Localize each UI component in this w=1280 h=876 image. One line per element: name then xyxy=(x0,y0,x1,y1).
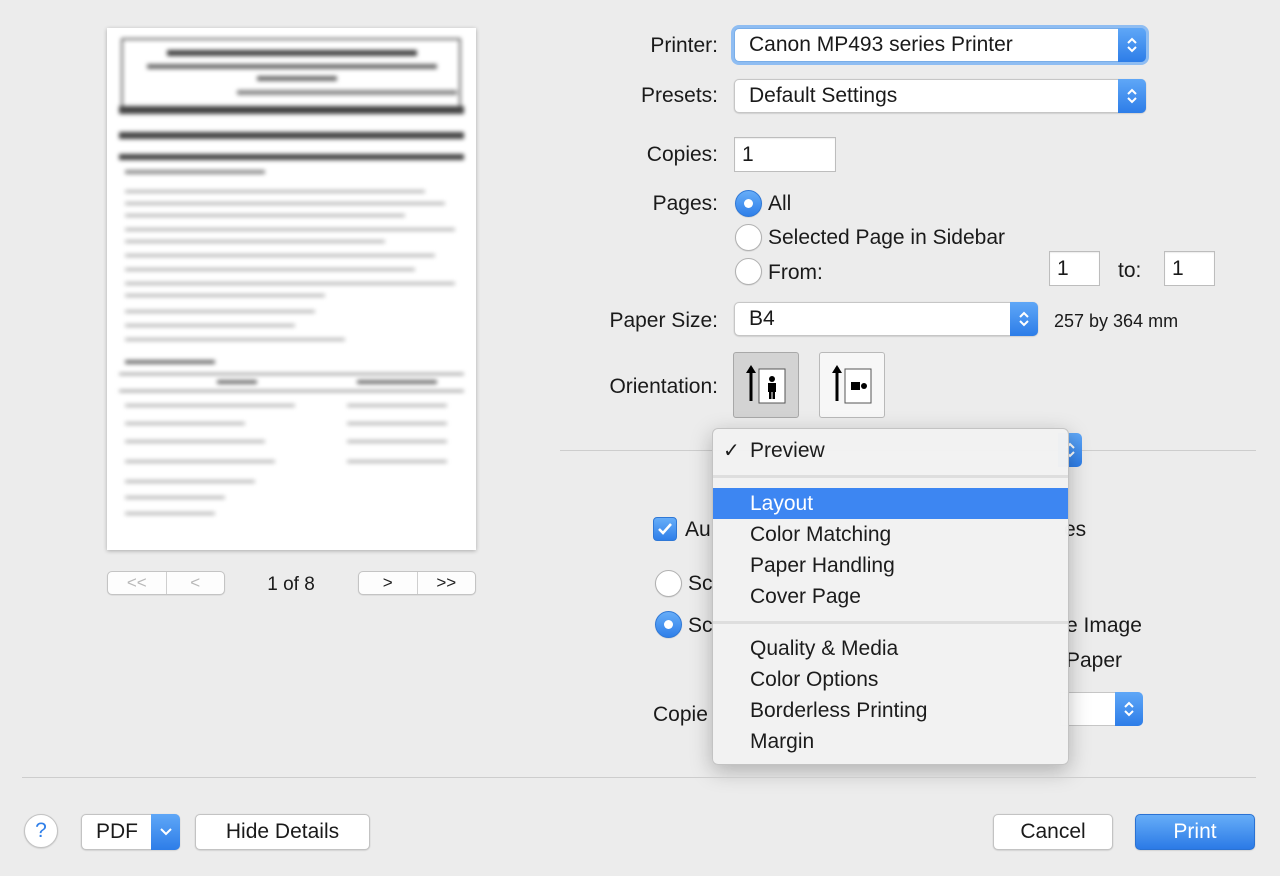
first-page-button[interactable]: << xyxy=(108,572,166,594)
section-dropdown-menu: ✓ Preview Layout Color Matching Paper Ha… xyxy=(712,428,1069,765)
orientation-label: Orientation: xyxy=(609,375,718,398)
pages-from-label: From: xyxy=(768,261,823,284)
menu-item-color-options[interactable]: Color Options xyxy=(713,664,1068,695)
menu-item-quality-media[interactable]: Quality & Media xyxy=(713,633,1068,664)
menu-item-label: Paper Handling xyxy=(750,553,895,577)
pages-from-radio[interactable] xyxy=(735,258,762,285)
menu-separator xyxy=(713,475,1068,478)
cancel-button[interactable]: Cancel xyxy=(993,814,1113,850)
pages-label: Pages: xyxy=(652,192,718,215)
menu-separator xyxy=(713,621,1068,624)
print-entire-image-label-fragment: e Image xyxy=(1066,614,1142,637)
auto-rotate-label-fragment: Au xyxy=(685,518,711,541)
popup-stepper-icon xyxy=(1010,302,1038,336)
copies-field[interactable]: 1 xyxy=(734,137,836,172)
menu-item-label: Borderless Printing xyxy=(750,698,928,722)
paper-size-value: B4 xyxy=(749,307,775,330)
checkmark-icon xyxy=(658,523,672,535)
help-button[interactable]: ? xyxy=(24,814,58,848)
pages-all-radio[interactable] xyxy=(735,190,762,217)
scale-radio[interactable] xyxy=(655,570,682,597)
popup-stepper-icon xyxy=(1115,692,1143,726)
menu-item-cover-page[interactable]: Cover Page xyxy=(713,581,1068,612)
scale-label-fragment: Sc xyxy=(688,572,713,595)
menu-item-label: Cover Page xyxy=(750,584,861,608)
menu-item-label: Margin xyxy=(750,729,815,753)
auto-rotate-checkbox[interactable] xyxy=(653,517,677,541)
presets-value: Default Settings xyxy=(749,84,898,107)
printer-value: Canon MP493 series Printer xyxy=(749,33,1013,56)
preview-forward-nav: > >> xyxy=(358,571,476,595)
fill-entire-paper-label-fragment: Paper xyxy=(1066,649,1123,672)
presets-label: Presets: xyxy=(640,84,718,107)
checkmark-icon: ✓ xyxy=(723,440,740,462)
menu-item-margin[interactable]: Margin xyxy=(713,726,1068,757)
menu-item-preview[interactable]: ✓ Preview xyxy=(713,435,1068,466)
pdf-menu-button[interactable]: PDF xyxy=(81,814,180,850)
pages-to-label: to: xyxy=(1118,259,1142,282)
help-icon: ? xyxy=(35,819,47,842)
menu-item-label: Color Options xyxy=(750,667,879,691)
last-page-button[interactable]: >> xyxy=(416,572,476,594)
copies-per-page-popup[interactable] xyxy=(1060,692,1143,726)
presets-popup[interactable]: Default Settings xyxy=(734,79,1146,113)
landscape-orientation-button[interactable] xyxy=(819,352,885,418)
pages-from-field[interactable]: 1 xyxy=(1049,251,1100,286)
pages-all-label: All xyxy=(768,192,792,215)
preview-back-nav: << < xyxy=(107,571,225,595)
menu-item-layout[interactable]: Layout xyxy=(713,488,1068,519)
pages-selected-label: Selected Page in Sidebar xyxy=(768,226,1005,249)
menu-item-borderless-printing[interactable]: Borderless Printing xyxy=(713,695,1068,726)
menu-item-label: Layout xyxy=(750,491,814,515)
paper-size-label: Paper Size: xyxy=(609,309,718,332)
popup-stepper-icon xyxy=(1118,79,1146,113)
printer-popup[interactable]: Canon MP493 series Printer xyxy=(734,28,1146,62)
paper-size-dimensions: 257 by 364 mm xyxy=(1054,311,1179,331)
next-page-button[interactable]: > xyxy=(359,572,417,594)
portrait-orientation-button[interactable] xyxy=(733,352,799,418)
menu-item-paper-handling[interactable]: Paper Handling xyxy=(713,550,1068,581)
popup-stepper-icon xyxy=(1118,28,1146,62)
menu-item-label: Color Matching xyxy=(750,522,892,546)
chevron-down-icon xyxy=(151,814,180,850)
pages-to-field[interactable]: 1 xyxy=(1164,251,1215,286)
pdf-label: PDF xyxy=(96,820,138,843)
landscape-orientation-icon xyxy=(832,365,872,404)
menu-item-label: Preview xyxy=(750,438,825,462)
hide-details-button[interactable]: Hide Details xyxy=(195,814,370,850)
footer-divider xyxy=(22,777,1256,778)
previous-page-button[interactable]: < xyxy=(165,572,225,594)
scale-to-fit-label-fragment: Sc xyxy=(688,614,713,637)
copies-per-page-label-fragment: Copie xyxy=(653,703,708,726)
page-indicator: 1 of 8 xyxy=(267,574,315,595)
printer-label: Printer: xyxy=(650,34,718,57)
print-button[interactable]: Print xyxy=(1135,814,1255,850)
paper-size-popup[interactable]: B4 xyxy=(734,302,1038,336)
copies-label: Copies: xyxy=(646,143,718,166)
portrait-orientation-icon xyxy=(746,365,786,404)
pages-selected-radio[interactable] xyxy=(735,224,762,251)
menu-item-label: Quality & Media xyxy=(750,636,899,660)
menu-item-color-matching[interactable]: Color Matching xyxy=(713,519,1068,550)
scale-to-fit-radio[interactable] xyxy=(655,611,682,638)
